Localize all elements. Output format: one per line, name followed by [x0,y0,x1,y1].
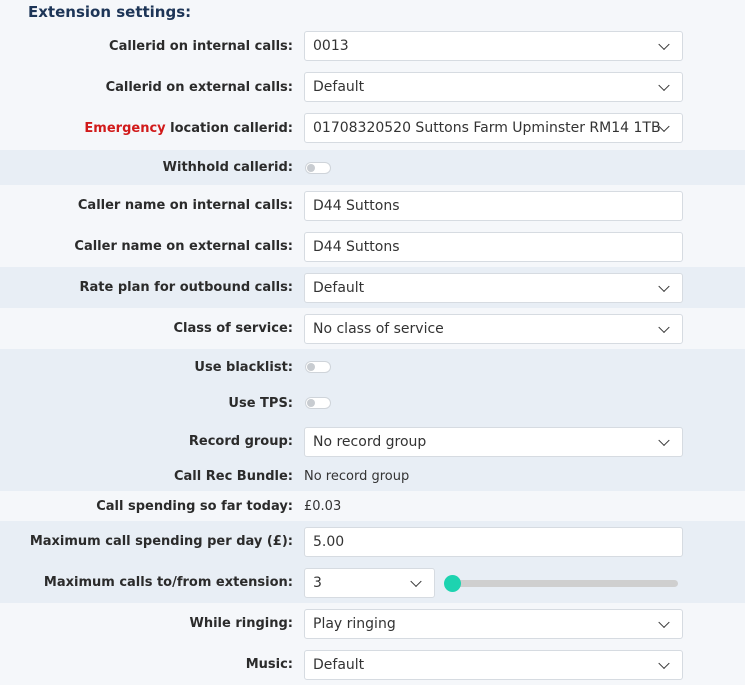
section-title: Extension settings: [28,3,192,21]
chevron-down-icon [658,434,670,446]
emergency-callerid-select[interactable]: 01708320520 Suttons Farm Upminster RM14 … [304,113,683,143]
withhold-callerid-toggle[interactable] [305,161,331,174]
call-rec-bundle-value: No record group [304,469,410,484]
caller-name-internal-input[interactable]: D44 Suttons [304,190,683,221]
music-select[interactable]: Default [304,649,683,680]
max-spending-value: 5.00 [313,533,345,550]
chevron-down-icon [658,79,670,92]
use-tps-toggle[interactable] [305,397,331,409]
max-spending-label: Maximum call spending per day (£): [29,534,293,549]
toggle-knob [307,163,315,172]
chevron-down-icon [658,657,670,669]
row-emergency-callerid: Emergency location callerid: 01708320520… [0,108,745,148]
call-spending-today-label: Call spending so far today: [96,498,293,514]
callerid-internal-value: 0013 [313,38,349,54]
row-rate-plan: Rate plan for outbound calls: Default [0,267,745,308]
chevron-down-icon [658,616,670,628]
caller-name-internal-label: Caller name on internal calls: [77,198,293,213]
record-group-select[interactable]: No record group [304,426,683,457]
max-calls-slider-handle[interactable] [444,574,461,592]
record-group-label: Record group: [188,434,293,449]
emergency-label-rest: location callerid: [165,120,293,136]
music-value: Default [313,656,365,673]
row-max-calls: Maximum calls to/from extension: 3 [0,562,745,603]
rate-plan-value: Default [313,279,365,296]
callerid-internal-label: Callerid on internal calls: [109,38,293,54]
callerid-external-value: Default [313,79,365,95]
call-rec-bundle-label: Call Rec Bundle: [173,469,293,484]
emergency-highlight: Emergency [84,120,166,136]
use-blacklist-label: Use blacklist: [194,359,293,375]
caller-name-external-label: Caller name on external calls: [74,239,293,254]
while-ringing-select[interactable]: Play ringing [304,608,683,639]
emergency-callerid-label: Emergency location callerid: [84,108,293,148]
chevron-down-icon [658,38,670,51]
callerid-internal-select[interactable]: 0013 [304,31,683,61]
emergency-callerid-value: 01708320520 Suttons Farm Upminster RM14 … [313,120,661,136]
chevron-down-icon [658,280,670,292]
row-withhold-callerid: Withhold callerid: [0,150,745,185]
callerid-external-select[interactable]: Default [304,72,683,102]
class-of-service-value: No class of service [313,320,444,337]
use-blacklist-toggle[interactable] [305,361,331,373]
row-use-blacklist: Use blacklist: [0,349,745,385]
row-call-rec-bundle: Call Rec Bundle: No record group [0,462,745,491]
row-callerid-internal: Callerid on internal calls: 0013 [0,26,745,66]
toggle-knob [307,363,315,371]
row-music: Music: Default [0,644,745,685]
max-calls-label: Maximum calls to/from extension: [43,575,293,590]
rate-plan-select[interactable]: Default [304,272,683,303]
while-ringing-value: Play ringing [313,615,396,632]
row-caller-name-external: Caller name on external calls: D44 Sutto… [0,226,745,267]
toggle-knob [307,399,315,407]
row-call-spending-today: Call spending so far today: £0.03 [0,491,745,521]
row-use-tps: Use TPS: [0,385,745,421]
row-class-of-service: Class of service: No class of service [0,308,745,349]
callerid-external-label: Callerid on external calls: [105,79,293,95]
record-group-value: No record group [313,433,427,450]
row-while-ringing: While ringing: Play ringing [0,603,745,644]
row-record-group: Record group: No record group [0,421,745,462]
max-calls-value: 3 [313,574,322,591]
max-spending-input[interactable]: 5.00 [304,526,683,557]
chevron-down-icon [658,321,670,333]
class-of-service-label: Class of service: [173,321,293,336]
caller-name-external-input[interactable]: D44 Suttons [304,231,683,262]
class-of-service-select[interactable]: No class of service [304,313,683,344]
row-max-spending: Maximum call spending per day (£): 5.00 [0,521,745,562]
use-tps-label: Use TPS: [228,395,293,411]
max-calls-slider-track[interactable] [445,579,678,587]
withhold-callerid-label: Withhold callerid: [162,160,293,175]
while-ringing-label: While ringing: [189,616,294,631]
music-label: Music: [245,657,293,672]
caller-name-external-value: D44 Suttons [313,238,400,255]
chevron-down-icon [410,575,422,587]
call-spending-today-value: £0.03 [304,498,342,514]
caller-name-internal-value: D44 Suttons [313,197,400,214]
row-callerid-external: Callerid on external calls: Default [0,67,745,107]
max-calls-select[interactable]: 3 [304,567,435,598]
rate-plan-label: Rate plan for outbound calls: [79,280,293,295]
row-caller-name-internal: Caller name on internal calls: D44 Sutto… [0,185,745,226]
